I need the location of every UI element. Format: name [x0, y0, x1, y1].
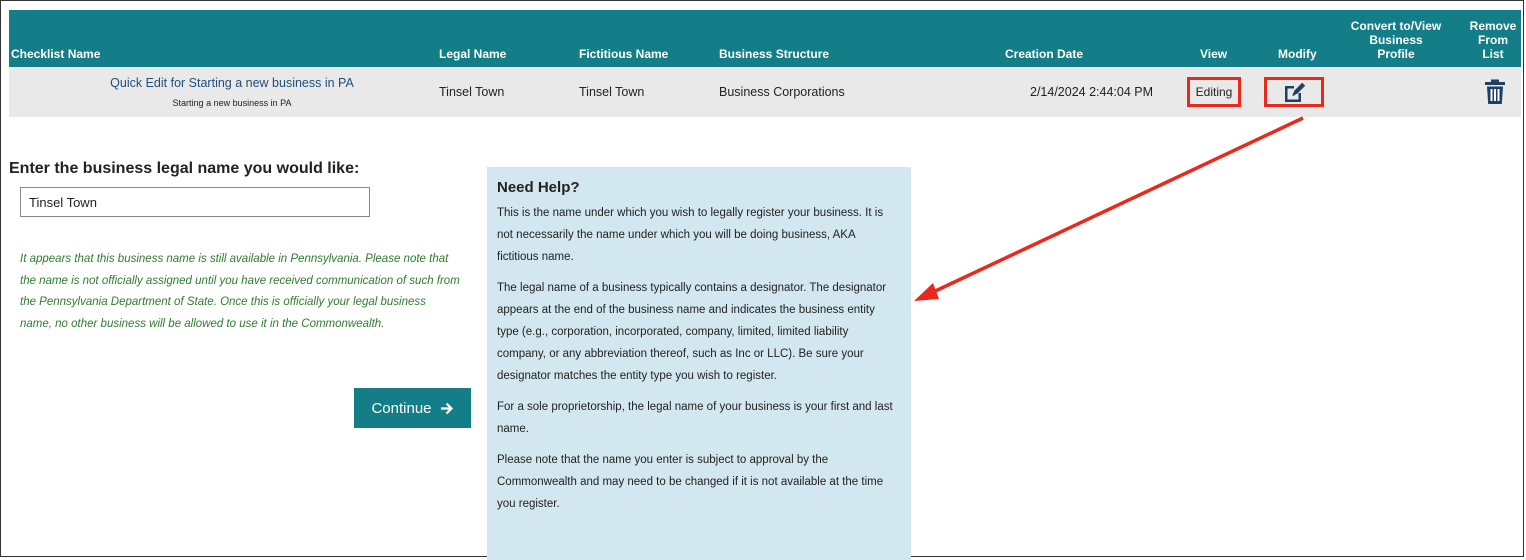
table-header: Checklist Name Legal Name Fictitious Nam… — [9, 10, 1521, 67]
screenshot-frame: Checklist Name Legal Name Fictitious Nam… — [0, 0, 1524, 560]
view-status-editing[interactable]: Editing — [1187, 77, 1241, 107]
view-status-label: Editing — [1195, 85, 1233, 99]
checklist-name-link[interactable]: Quick Edit for Starting a new business i… — [107, 76, 357, 90]
cell-fictitious-name: Tinsel Town — [579, 85, 645, 99]
help-paragraph: For a sole proprietorship, the legal nam… — [497, 401, 893, 435]
legal-name-input[interactable] — [20, 187, 370, 217]
arrow-right-icon — [440, 402, 453, 414]
help-panel: Need Help? This is the name under which … — [487, 167, 911, 560]
help-paragraph: The legal name of a business typically c… — [497, 282, 887, 382]
cell-legal-name: Tinsel Town — [439, 85, 505, 99]
cell-creation-date: 2/14/2024 2:44:04 PM — [1030, 85, 1154, 99]
modify-button[interactable] — [1264, 77, 1324, 107]
header-convert-profile: Convert to/View Business Profile — [1350, 19, 1442, 61]
header-checklist-name: Checklist Name — [11, 47, 101, 61]
legal-name-heading: Enter the business legal name you would … — [9, 160, 360, 177]
remove-from-list-button[interactable] — [1483, 79, 1507, 105]
help-paragraph: Please note that the name you enter is s… — [497, 454, 884, 510]
table-row: Quick Edit for Starting a new business i… — [9, 67, 1521, 117]
help-title: Need Help? — [497, 179, 580, 196]
availability-message: It appears that this business name is st… — [20, 253, 460, 330]
cell-business-structure: Business Corporations — [719, 85, 845, 99]
continue-button[interactable]: Continue — [354, 388, 471, 428]
header-creation-date: Creation Date — [1005, 47, 1084, 61]
checklist-subtitle: Starting a new business in PA — [172, 98, 292, 108]
continue-label: Continue — [371, 399, 432, 417]
header-remove-from-list: Remove From List — [1469, 19, 1517, 61]
header-view: View — [1200, 47, 1228, 61]
header-modify: Modify — [1278, 47, 1317, 61]
trash-icon — [1485, 79, 1505, 104]
header-business-structure: Business Structure — [719, 47, 830, 61]
header-fictitious-name: Fictitious Name — [579, 47, 669, 61]
edit-icon — [1285, 82, 1306, 102]
help-paragraph: This is the name under which you wish to… — [497, 207, 884, 263]
header-legal-name: Legal Name — [439, 47, 507, 61]
